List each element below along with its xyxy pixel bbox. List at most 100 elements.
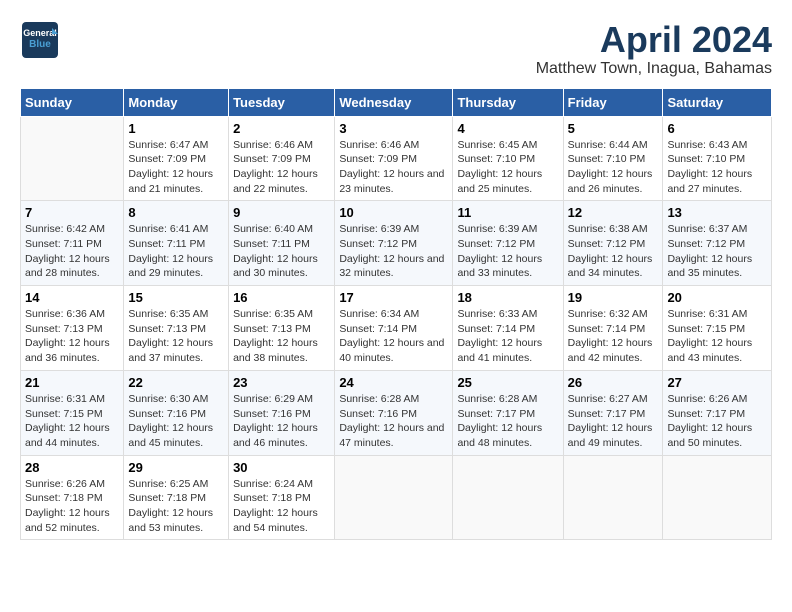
day-number: 23 <box>233 375 330 390</box>
day-number: 7 <box>25 205 119 220</box>
calendar-cell: 26 Sunrise: 6:27 AMSunset: 7:17 PMDaylig… <box>563 370 663 455</box>
calendar-cell: 8 Sunrise: 6:41 AMSunset: 7:11 PMDayligh… <box>124 201 229 286</box>
day-number: 13 <box>667 205 767 220</box>
day-number: 2 <box>233 121 330 136</box>
day-info: Sunrise: 6:27 AMSunset: 7:17 PMDaylight:… <box>568 392 659 451</box>
calendar-cell: 6 Sunrise: 6:43 AMSunset: 7:10 PMDayligh… <box>663 116 772 201</box>
day-info: Sunrise: 6:46 AMSunset: 7:09 PMDaylight:… <box>339 138 448 197</box>
day-number: 12 <box>568 205 659 220</box>
header-row: Sunday Monday Tuesday Wednesday Thursday… <box>21 88 772 116</box>
calendar-cell: 16 Sunrise: 6:35 AMSunset: 7:13 PMDaylig… <box>229 286 335 371</box>
day-info: Sunrise: 6:26 AMSunset: 7:17 PMDaylight:… <box>667 392 767 451</box>
col-saturday: Saturday <box>663 88 772 116</box>
day-info: Sunrise: 6:34 AMSunset: 7:14 PMDaylight:… <box>339 307 448 366</box>
col-monday: Monday <box>124 88 229 116</box>
svg-text:Blue: Blue <box>29 39 51 50</box>
calendar-cell: 2 Sunrise: 6:46 AMSunset: 7:09 PMDayligh… <box>229 116 335 201</box>
day-number: 26 <box>568 375 659 390</box>
day-number: 10 <box>339 205 448 220</box>
day-number: 20 <box>667 290 767 305</box>
calendar-cell: 4 Sunrise: 6:45 AMSunset: 7:10 PMDayligh… <box>453 116 563 201</box>
calendar-cell: 24 Sunrise: 6:28 AMSunset: 7:16 PMDaylig… <box>335 370 453 455</box>
day-info: Sunrise: 6:40 AMSunset: 7:11 PMDaylight:… <box>233 222 330 281</box>
day-number: 27 <box>667 375 767 390</box>
day-number: 15 <box>128 290 224 305</box>
logo: General Blue <box>20 20 60 60</box>
day-number: 11 <box>457 205 558 220</box>
page-header: General Blue April 2024 Matthew Town, In… <box>20 20 772 78</box>
day-info: Sunrise: 6:39 AMSunset: 7:12 PMDaylight:… <box>339 222 448 281</box>
location-title: Matthew Town, Inagua, Bahamas <box>536 60 772 78</box>
day-number: 17 <box>339 290 448 305</box>
calendar-cell: 18 Sunrise: 6:33 AMSunset: 7:14 PMDaylig… <box>453 286 563 371</box>
calendar-cell <box>453 455 563 540</box>
day-info: Sunrise: 6:33 AMSunset: 7:14 PMDaylight:… <box>457 307 558 366</box>
day-info: Sunrise: 6:42 AMSunset: 7:11 PMDaylight:… <box>25 222 119 281</box>
day-info: Sunrise: 6:35 AMSunset: 7:13 PMDaylight:… <box>233 307 330 366</box>
day-number: 29 <box>128 460 224 475</box>
logo-icon: General Blue <box>20 20 60 60</box>
col-tuesday: Tuesday <box>229 88 335 116</box>
day-number: 1 <box>128 121 224 136</box>
calendar-table: Sunday Monday Tuesday Wednesday Thursday… <box>20 88 772 541</box>
col-wednesday: Wednesday <box>335 88 453 116</box>
day-info: Sunrise: 6:36 AMSunset: 7:13 PMDaylight:… <box>25 307 119 366</box>
day-info: Sunrise: 6:28 AMSunset: 7:17 PMDaylight:… <box>457 392 558 451</box>
calendar-week-4: 21 Sunrise: 6:31 AMSunset: 7:15 PMDaylig… <box>21 370 772 455</box>
col-sunday: Sunday <box>21 88 124 116</box>
calendar-cell: 22 Sunrise: 6:30 AMSunset: 7:16 PMDaylig… <box>124 370 229 455</box>
calendar-cell: 29 Sunrise: 6:25 AMSunset: 7:18 PMDaylig… <box>124 455 229 540</box>
calendar-cell: 7 Sunrise: 6:42 AMSunset: 7:11 PMDayligh… <box>21 201 124 286</box>
day-info: Sunrise: 6:43 AMSunset: 7:10 PMDaylight:… <box>667 138 767 197</box>
day-number: 6 <box>667 121 767 136</box>
title-area: April 2024 Matthew Town, Inagua, Bahamas <box>536 20 772 78</box>
calendar-cell: 11 Sunrise: 6:39 AMSunset: 7:12 PMDaylig… <box>453 201 563 286</box>
calendar-cell: 17 Sunrise: 6:34 AMSunset: 7:14 PMDaylig… <box>335 286 453 371</box>
day-info: Sunrise: 6:38 AMSunset: 7:12 PMDaylight:… <box>568 222 659 281</box>
calendar-cell <box>563 455 663 540</box>
calendar-cell <box>335 455 453 540</box>
svg-text:General: General <box>23 28 57 38</box>
day-info: Sunrise: 6:44 AMSunset: 7:10 PMDaylight:… <box>568 138 659 197</box>
day-info: Sunrise: 6:25 AMSunset: 7:18 PMDaylight:… <box>128 477 224 536</box>
day-number: 22 <box>128 375 224 390</box>
calendar-cell: 28 Sunrise: 6:26 AMSunset: 7:18 PMDaylig… <box>21 455 124 540</box>
day-info: Sunrise: 6:30 AMSunset: 7:16 PMDaylight:… <box>128 392 224 451</box>
day-info: Sunrise: 6:39 AMSunset: 7:12 PMDaylight:… <box>457 222 558 281</box>
calendar-cell: 9 Sunrise: 6:40 AMSunset: 7:11 PMDayligh… <box>229 201 335 286</box>
calendar-week-5: 28 Sunrise: 6:26 AMSunset: 7:18 PMDaylig… <box>21 455 772 540</box>
calendar-cell: 30 Sunrise: 6:24 AMSunset: 7:18 PMDaylig… <box>229 455 335 540</box>
day-number: 18 <box>457 290 558 305</box>
calendar-cell <box>663 455 772 540</box>
calendar-cell: 10 Sunrise: 6:39 AMSunset: 7:12 PMDaylig… <box>335 201 453 286</box>
day-number: 14 <box>25 290 119 305</box>
col-friday: Friday <box>563 88 663 116</box>
calendar-cell: 13 Sunrise: 6:37 AMSunset: 7:12 PMDaylig… <box>663 201 772 286</box>
calendar-cell: 1 Sunrise: 6:47 AMSunset: 7:09 PMDayligh… <box>124 116 229 201</box>
day-info: Sunrise: 6:46 AMSunset: 7:09 PMDaylight:… <box>233 138 330 197</box>
col-thursday: Thursday <box>453 88 563 116</box>
month-title: April 2024 <box>536 20 772 60</box>
day-info: Sunrise: 6:29 AMSunset: 7:16 PMDaylight:… <box>233 392 330 451</box>
calendar-week-3: 14 Sunrise: 6:36 AMSunset: 7:13 PMDaylig… <box>21 286 772 371</box>
day-info: Sunrise: 6:47 AMSunset: 7:09 PMDaylight:… <box>128 138 224 197</box>
day-info: Sunrise: 6:26 AMSunset: 7:18 PMDaylight:… <box>25 477 119 536</box>
day-number: 3 <box>339 121 448 136</box>
calendar-cell: 15 Sunrise: 6:35 AMSunset: 7:13 PMDaylig… <box>124 286 229 371</box>
day-number: 25 <box>457 375 558 390</box>
day-number: 28 <box>25 460 119 475</box>
day-info: Sunrise: 6:28 AMSunset: 7:16 PMDaylight:… <box>339 392 448 451</box>
calendar-cell: 21 Sunrise: 6:31 AMSunset: 7:15 PMDaylig… <box>21 370 124 455</box>
calendar-week-2: 7 Sunrise: 6:42 AMSunset: 7:11 PMDayligh… <box>21 201 772 286</box>
day-number: 9 <box>233 205 330 220</box>
day-info: Sunrise: 6:37 AMSunset: 7:12 PMDaylight:… <box>667 222 767 281</box>
calendar-cell: 3 Sunrise: 6:46 AMSunset: 7:09 PMDayligh… <box>335 116 453 201</box>
day-info: Sunrise: 6:32 AMSunset: 7:14 PMDaylight:… <box>568 307 659 366</box>
calendar-cell <box>21 116 124 201</box>
day-number: 5 <box>568 121 659 136</box>
day-number: 24 <box>339 375 448 390</box>
calendar-cell: 27 Sunrise: 6:26 AMSunset: 7:17 PMDaylig… <box>663 370 772 455</box>
calendar-cell: 12 Sunrise: 6:38 AMSunset: 7:12 PMDaylig… <box>563 201 663 286</box>
day-number: 19 <box>568 290 659 305</box>
calendar-week-1: 1 Sunrise: 6:47 AMSunset: 7:09 PMDayligh… <box>21 116 772 201</box>
